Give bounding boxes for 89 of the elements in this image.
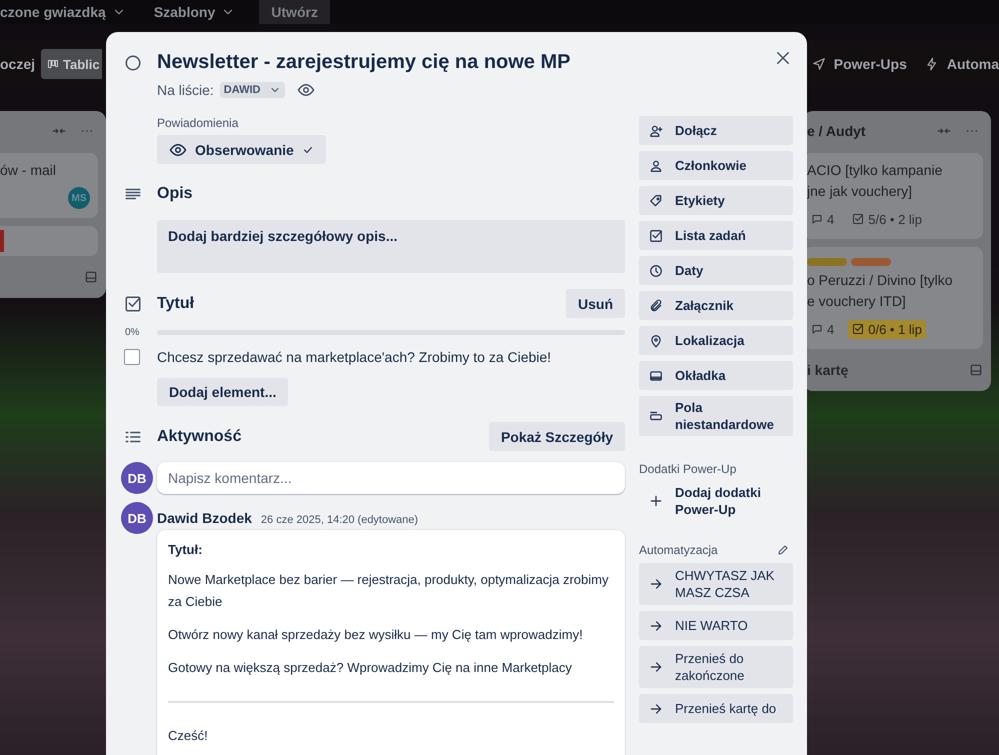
checklist-count: 5/6 • 2 lip [868,212,922,226]
checkbox-icon [852,323,864,335]
automation-button[interactable]: Przenieś kartę do [639,694,793,723]
person-plus-icon [649,124,663,138]
member-avatar: MS [68,187,90,209]
sidebar-button[interactable]: Załącznik [639,291,793,320]
comment-field[interactable]: Napisz komentarz... [157,462,625,494]
comment-paragraph: Gotowy na większą sprzedaż? Wprowadzimy Cię na inne Marketplacy [168,659,573,677]
person-icon [649,158,663,172]
sidebar-button[interactable]: Członkowie [639,151,793,180]
arrow-right-icon [649,577,663,591]
automation-button[interactable]: Przenieś do zakończone [639,646,793,688]
tag-icon [649,194,663,208]
sidebar-button[interactable]: Etykiety [639,186,793,215]
menu-button[interactable]: Szablony [144,0,244,24]
show-details-button[interactable]: Pokaż Szczegóły [488,422,625,451]
field-icon [649,409,663,423]
watch-button[interactable]: Obserwowanie [157,135,326,164]
sidebar-button[interactable]: Dołącz [639,116,793,145]
arrow-right-icon [649,660,663,674]
add-power-up-button[interactable]: Dodaj dodatki Power-Up [639,484,793,521]
plus-icon [649,494,663,508]
create-button[interactable]: Utwórz [259,0,330,24]
user-avatar: DB [121,502,153,534]
checkbox-icon [649,228,663,242]
sidebar-button[interactable]: Daty [639,256,793,285]
section-heading: Opis [157,184,194,204]
eye-icon [297,81,316,99]
view-label: oczej [0,56,36,72]
paper-plane-icon [812,57,826,71]
section-label: Dodatki Power-Up [639,462,738,476]
sidebar-button[interactable]: Lokalizacja [639,326,793,355]
board-view-button[interactable]: Tablic [41,49,102,79]
close-icon [774,49,792,67]
menu-button[interactable]: czone gwiazdką [0,0,134,24]
complete-circle-icon[interactable] [124,54,142,72]
card-title: o Peruzzi / Divino [tylko [807,271,954,290]
clock-icon [649,264,663,278]
comment-paragraph: Nowe Marketplace bez barier — rejestracja, produkty, optymalizacja zrobimy za Ciebie [168,571,610,611]
card-title: jne jak vouchery] [807,182,914,201]
lightning-icon [924,57,939,71]
board-card[interactable] [0,226,98,256]
list-label: Na liście: [157,82,214,98]
comment-paragraph: Otwórz nowy kanał sprzedaży bez wysiłku — my Cię tam wprowadzimy! [168,626,584,644]
pin-icon [649,334,663,348]
progress-percent: 0% [124,327,140,338]
section-heading: Tytuł [157,294,194,314]
comment-heading: Tytuł: [168,541,204,559]
comment-count: 4 [827,212,834,226]
list-dropdown[interactable]: DAWID [220,82,286,98]
power-ups-button[interactable]: Power-Ups [808,56,907,72]
automation-button[interactable]: NIE WARTO [639,611,793,640]
card-title: Newsletter - zarejestrujemy cię na nowe MP [157,50,572,74]
board-icon [47,58,60,70]
arrow-right-icon [649,618,663,632]
board-card[interactable]: ów - mail MS [0,153,98,218]
checkbox[interactable] [124,349,140,365]
card-title: ów - mail [0,161,58,180]
sidebar-button[interactable]: Pola niestandardowe [639,396,793,436]
section-label: Automatyzacja [639,543,718,557]
checklist-count: 0/6 • 1 lip [868,322,922,336]
card-icon [649,368,663,382]
arrow-right-icon [649,702,663,716]
comment-author: Dawid Bzodek [157,510,252,526]
sidebar-button[interactable]: Lista zadań [639,221,793,250]
add-item-button[interactable]: Dodaj element... [157,378,288,406]
card-title: ACIO [tylko kampanie [807,161,944,180]
checkbox-icon [852,213,864,225]
automation-button[interactable]: Automa [920,56,999,72]
template-icon [84,270,98,284]
comment-icon [811,323,823,335]
pencil-icon [777,544,789,556]
list-title: e / Audyt [806,123,866,139]
checklist-item: Chcesz sprzedawać na marketplace'ach? Zrobimy to za Ciebie! [157,349,552,365]
delete-button[interactable]: Usuń [566,289,625,318]
comment-paragraph: Cześć! [168,727,209,745]
paperclip-icon [649,298,663,312]
comment-icon [811,213,823,225]
automation-button[interactable]: CHWYTASZ JAK MASZ CZSA [639,563,793,605]
section-label: Powiadomienia [157,116,240,130]
sidebar-button[interactable]: Okładka [639,361,793,390]
comment-time: 26 cze 2025, 14:20 (edytowane) [260,514,418,526]
section-heading: Aktywność [157,426,242,446]
description-field[interactable]: Dodaj bardziej szczegółowy opis... [157,220,625,273]
template-icon [969,363,983,377]
card-title: e vouchery ITD] [807,292,907,311]
comment-count: 4 [827,322,834,336]
user-avatar: DB [121,462,153,494]
checklist-icon [124,294,142,312]
